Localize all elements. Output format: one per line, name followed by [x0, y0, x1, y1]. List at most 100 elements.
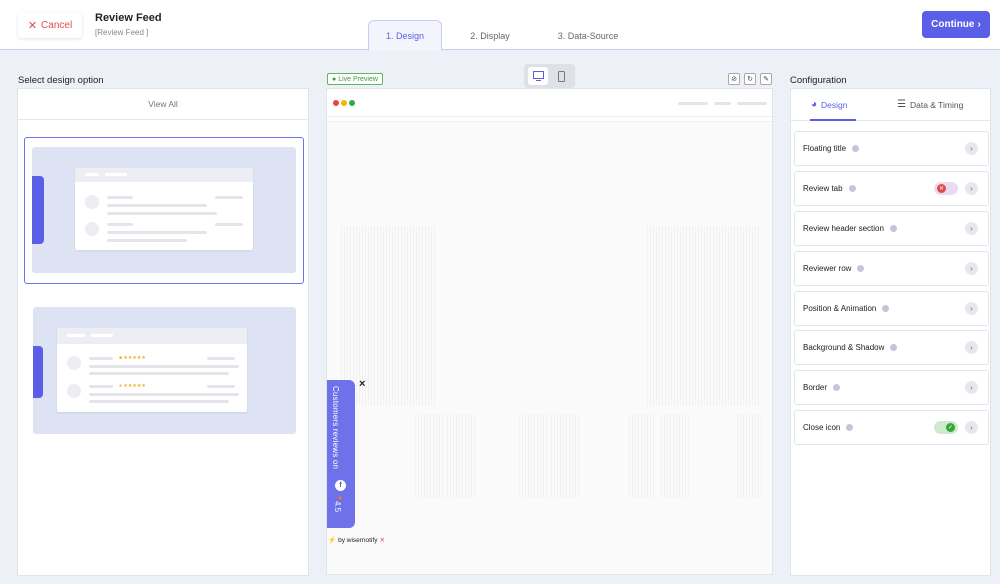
powered-by-label: by wisernotify	[338, 536, 378, 544]
close-review-tab-icon[interactable]: ×	[359, 378, 365, 390]
continue-label: Continue	[931, 19, 975, 30]
live-dot-icon: ●	[332, 75, 337, 83]
cancel-button[interactable]: ✕ Cancel	[18, 12, 82, 38]
powered-by: ⚡ by wisernotify ✕	[328, 536, 385, 545]
browser-content: Customers reviews on f ★ 4.5 × ⚡ by wise…	[327, 121, 772, 574]
config-row-border[interactable]: Border ›	[794, 370, 989, 405]
config-tabs: ◕ Design ☰ Data & Timing	[791, 89, 990, 121]
tab-design-config[interactable]: ◕ Design	[811, 99, 848, 110]
window-dot-red	[333, 100, 339, 106]
chevron-right-icon[interactable]: ›	[965, 182, 978, 195]
design-options-panel: View All ■ ★★★★★ ● ★★★★★	[17, 88, 309, 576]
chevron-right-icon[interactable]: ›	[965, 381, 978, 394]
config-row-review-tab[interactable]: Review tab ✕ ›	[794, 171, 989, 206]
row-label: Reviewer row	[803, 264, 852, 273]
tab-data-timing-label: Data & Timing	[909, 99, 964, 110]
chevron-right-icon[interactable]: ›	[965, 302, 978, 315]
remove-branding-icon[interactable]: ✕	[379, 536, 384, 544]
chevron-right-icon[interactable]: ›	[965, 341, 978, 354]
top-bar: ✕ Cancel Review Feed [Review Feed ] 1. D…	[0, 0, 1000, 51]
design-option-1[interactable]	[24, 137, 304, 284]
chevron-right-icon: ›	[977, 19, 981, 30]
live-preview-panel: Customers reviews on f ★ 4.5 × ⚡ by wise…	[326, 88, 773, 575]
row-label: Position & Animation	[803, 304, 877, 313]
info-icon	[848, 185, 856, 192]
tab-design-label: Design	[821, 99, 848, 110]
tab-data-timing[interactable]: ☰ Data & Timing	[897, 99, 963, 110]
device-toggle	[524, 64, 575, 88]
tab-data-source[interactable]: 3. Data-Source	[538, 20, 638, 51]
desktop-icon	[532, 71, 544, 81]
cancel-label: Cancel	[41, 19, 73, 31]
mobile-view-button[interactable]	[551, 67, 571, 85]
window-dot-green	[349, 100, 355, 106]
info-icon	[833, 384, 841, 391]
row-label: Floating title	[803, 144, 847, 153]
option-mock-card: ■ ★★★★★ ● ★★★★★	[57, 328, 247, 412]
step-tabs: 1. Design 2. Display 3. Data-Source	[368, 20, 638, 51]
rating-stars: ■ ★★★★★	[119, 355, 146, 361]
continue-button[interactable]: Continue ›	[922, 11, 990, 38]
view-all-link[interactable]: View All	[18, 89, 308, 120]
hide-elements-button[interactable]: ⊘	[728, 73, 740, 85]
desktop-view-button[interactable]	[528, 67, 548, 85]
option-side-tab	[32, 176, 44, 244]
rating-stars: ● ★★★★★	[119, 383, 146, 389]
config-row-review-header[interactable]: Review header section ›	[794, 211, 989, 246]
palette-icon: ◕	[811, 99, 818, 110]
config-row-position-animation[interactable]: Position & Animation ›	[794, 291, 989, 326]
option-side-tab	[33, 346, 43, 398]
review-tab-label: Customers reviews on	[331, 386, 340, 470]
reset-button[interactable]: ↻	[744, 73, 756, 85]
eye-off-icon: ⊘	[731, 76, 737, 83]
row-label: Review tab	[803, 184, 843, 193]
mobile-icon	[557, 70, 565, 82]
toggle-off-icon: ✕	[937, 184, 946, 193]
chevron-right-icon[interactable]: ›	[965, 222, 978, 235]
tab-display[interactable]: 2. Display	[442, 20, 538, 51]
info-icon	[889, 225, 897, 232]
design-option-heading: Select design option	[18, 75, 104, 86]
sliders-icon: ☰	[897, 99, 906, 110]
row-label: Review header section	[803, 224, 884, 233]
info-icon	[882, 305, 890, 312]
page-subtitle: [Review Feed ]	[95, 28, 149, 37]
row-label: Close icon	[803, 423, 841, 432]
info-icon	[890, 344, 898, 351]
bolt-icon: ⚡	[328, 537, 337, 544]
tab-design[interactable]: 1. Design	[368, 20, 442, 51]
review-tab-toggle[interactable]: ✕	[934, 182, 958, 195]
close-icon-toggle[interactable]: ✓	[934, 421, 958, 434]
active-tab-underline	[810, 119, 856, 121]
option-mock-card	[75, 168, 253, 250]
mock-card-header	[75, 168, 253, 182]
review-tab-rating: 4.5	[333, 501, 342, 513]
configuration-panel: ◕ Design ☰ Data & Timing Floating title …	[790, 88, 991, 576]
design-option-2[interactable]: ■ ★★★★★ ● ★★★★★	[33, 307, 296, 434]
config-row-background-shadow[interactable]: Background & Shadow ›	[794, 330, 989, 365]
row-label: Border	[803, 383, 828, 392]
configuration-heading: Configuration	[790, 75, 847, 86]
chevron-right-icon[interactable]: ›	[965, 262, 978, 275]
info-icon	[852, 145, 860, 152]
browser-bar	[327, 89, 772, 117]
config-row-close-icon[interactable]: Close icon ✓ ›	[794, 410, 989, 445]
refresh-icon: ↻	[747, 76, 753, 83]
close-icon: ✕	[27, 19, 38, 32]
customer-reviews-tab[interactable]: Customers reviews on f ★ 4.5	[327, 380, 355, 528]
chevron-right-icon[interactable]: ›	[965, 421, 978, 434]
config-row-floating-title[interactable]: Floating title ›	[794, 131, 989, 166]
page-title: Review Feed	[95, 12, 162, 24]
chevron-right-icon[interactable]: ›	[965, 142, 978, 155]
edit-button[interactable]: ✎	[760, 73, 772, 85]
pencil-icon: ✎	[763, 76, 769, 83]
check-icon: ✓	[946, 423, 955, 432]
design-option-1-preview	[32, 147, 296, 273]
info-icon	[857, 265, 865, 272]
live-preview-badge: ● Live Preview	[327, 73, 383, 85]
live-preview-label: Live Preview	[338, 75, 378, 83]
mock-card-header	[57, 328, 247, 344]
config-row-reviewer-row[interactable]: Reviewer row ›	[794, 251, 989, 286]
row-label: Background & Shadow	[803, 343, 885, 352]
window-dot-yellow	[341, 100, 347, 106]
